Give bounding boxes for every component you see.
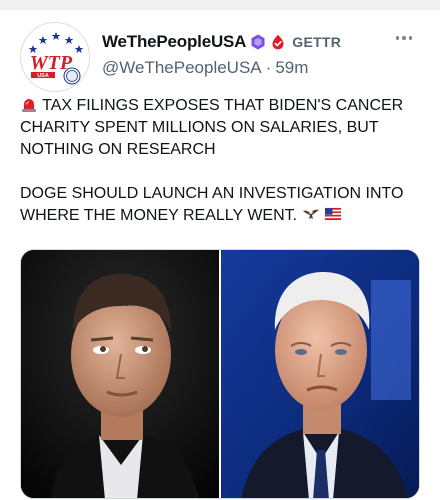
- handle-row: @WeThePeopleUSA · 59m: [102, 58, 308, 78]
- more-options-icon: [395, 36, 400, 40]
- post-timestamp[interactable]: 59m: [275, 58, 308, 78]
- older-man-portrait-photo[interactable]: [221, 250, 419, 498]
- gettr-logo-icon: [270, 34, 286, 50]
- eagle-icon: [302, 205, 320, 223]
- more-options-dot: [408, 36, 413, 40]
- platform-label: GETTR: [292, 34, 342, 50]
- siren-icon: [20, 95, 38, 113]
- feed-separator: [0, 0, 440, 10]
- post-text-line-2: DOGE SHOULD LAUNCH AN INVESTIGATION INTO…: [20, 185, 404, 224]
- post-paragraph-1: TAX FILINGS EXPOSES THAT BIDEN'S CANCER …: [20, 95, 420, 161]
- post-body: TAX FILINGS EXPOSES THAT BIDEN'S CANCER …: [20, 95, 420, 227]
- post-media[interactable]: [20, 249, 420, 499]
- post-text-line-1: TAX FILINGS EXPOSES THAT BIDEN'S CANCER …: [20, 97, 404, 158]
- feed-post[interactable]: WTP USA WeThePeopleUSA GETTR @WeThePeopl…: [0, 10, 440, 500]
- wtp-logo-icon: WTP USA: [22, 24, 89, 91]
- purple-verified-badge-icon: [250, 34, 266, 50]
- man-portrait-photo[interactable]: [21, 250, 220, 498]
- author-row: WeThePeopleUSA GETTR: [102, 30, 341, 54]
- handle-separator: ·: [265, 58, 272, 77]
- us-flag-icon: [324, 205, 342, 223]
- post-paragraph-2: DOGE SHOULD LAUNCH AN INVESTIGATION INTO…: [20, 183, 420, 227]
- avatar-caption: USA: [37, 73, 49, 79]
- more-options-dot: [402, 36, 406, 40]
- more-options-button[interactable]: [390, 28, 418, 48]
- avatar[interactable]: WTP USA: [20, 22, 90, 92]
- author-handle[interactable]: @WeThePeopleUSA: [102, 58, 262, 78]
- author-display-name[interactable]: WeThePeopleUSA: [102, 32, 246, 52]
